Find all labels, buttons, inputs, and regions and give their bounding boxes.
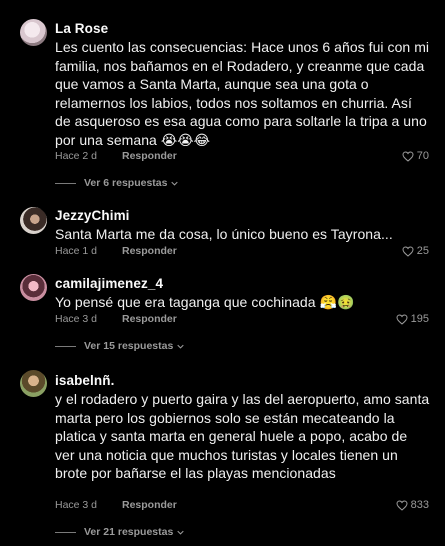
comment-time: Hace 2 d bbox=[55, 150, 98, 162]
comment-meta: Hace 2 d Responder bbox=[55, 150, 177, 162]
comment-text: y el rodadero y puerto gaira y las del a… bbox=[55, 391, 430, 481]
avatar[interactable] bbox=[20, 274, 47, 301]
like-count: 195 bbox=[410, 313, 429, 325]
comment-time: Hace 3 d bbox=[55, 313, 98, 325]
reply-button[interactable]: Responder bbox=[122, 313, 177, 325]
comment-text: Les cuento las consecuencias: Hace unos … bbox=[55, 39, 430, 148]
comment-time: Hace 3 d bbox=[55, 499, 98, 511]
like-button[interactable]: 195 bbox=[396, 313, 429, 325]
view-replies-button[interactable]: Ver 21 respuestas bbox=[55, 526, 184, 538]
like-button[interactable]: 25 bbox=[402, 245, 429, 257]
divider-line bbox=[55, 345, 76, 347]
view-replies-label: Ver 21 respuestas bbox=[84, 526, 174, 538]
reply-button[interactable]: Responder bbox=[122, 499, 177, 511]
comment-meta: Hace 3 d Responder bbox=[55, 313, 177, 325]
avatar[interactable] bbox=[20, 207, 47, 234]
view-replies-label: Ver 6 respuestas bbox=[84, 177, 168, 189]
heart-outline-icon bbox=[402, 245, 414, 257]
comment-meta: Hace 3 d Responder bbox=[55, 499, 177, 511]
comment-meta: Hace 1 d Responder bbox=[55, 245, 177, 257]
comment-time: Hace 1 d bbox=[55, 245, 98, 257]
like-count: 70 bbox=[416, 150, 429, 162]
chevron-down-icon bbox=[177, 344, 184, 349]
heart-outline-icon bbox=[396, 313, 408, 325]
like-count: 25 bbox=[416, 245, 429, 257]
comment-username[interactable]: La Rose bbox=[55, 21, 108, 36]
view-replies-label: Ver 15 respuestas bbox=[84, 340, 174, 352]
comment-username[interactable]: JezzyChimi bbox=[55, 208, 130, 223]
view-replies-button[interactable]: Ver 6 respuestas bbox=[55, 177, 179, 189]
like-button[interactable]: 70 bbox=[402, 150, 429, 162]
reply-button[interactable]: Responder bbox=[122, 245, 177, 257]
chevron-down-icon bbox=[177, 530, 184, 535]
divider-line bbox=[55, 531, 76, 533]
like-count: 833 bbox=[410, 499, 429, 511]
comment-text: Yo pensé que era taganga que cochinada 😤… bbox=[55, 294, 355, 310]
divider-line bbox=[55, 182, 76, 184]
reply-button[interactable]: Responder bbox=[122, 150, 177, 162]
heart-outline-icon bbox=[402, 150, 414, 162]
like-button[interactable]: 833 bbox=[396, 499, 429, 511]
chevron-down-icon bbox=[171, 181, 179, 186]
comment-username[interactable]: camilajimenez_4 bbox=[55, 276, 163, 291]
avatar[interactable] bbox=[20, 370, 47, 397]
comment-text: Santa Marta me da cosa, lo único bueno e… bbox=[55, 226, 393, 242]
avatar[interactable] bbox=[20, 19, 47, 46]
heart-outline-icon bbox=[396, 499, 408, 511]
view-replies-button[interactable]: Ver 15 respuestas bbox=[55, 340, 184, 352]
comment-username[interactable]: isabelnñ. bbox=[55, 373, 114, 388]
